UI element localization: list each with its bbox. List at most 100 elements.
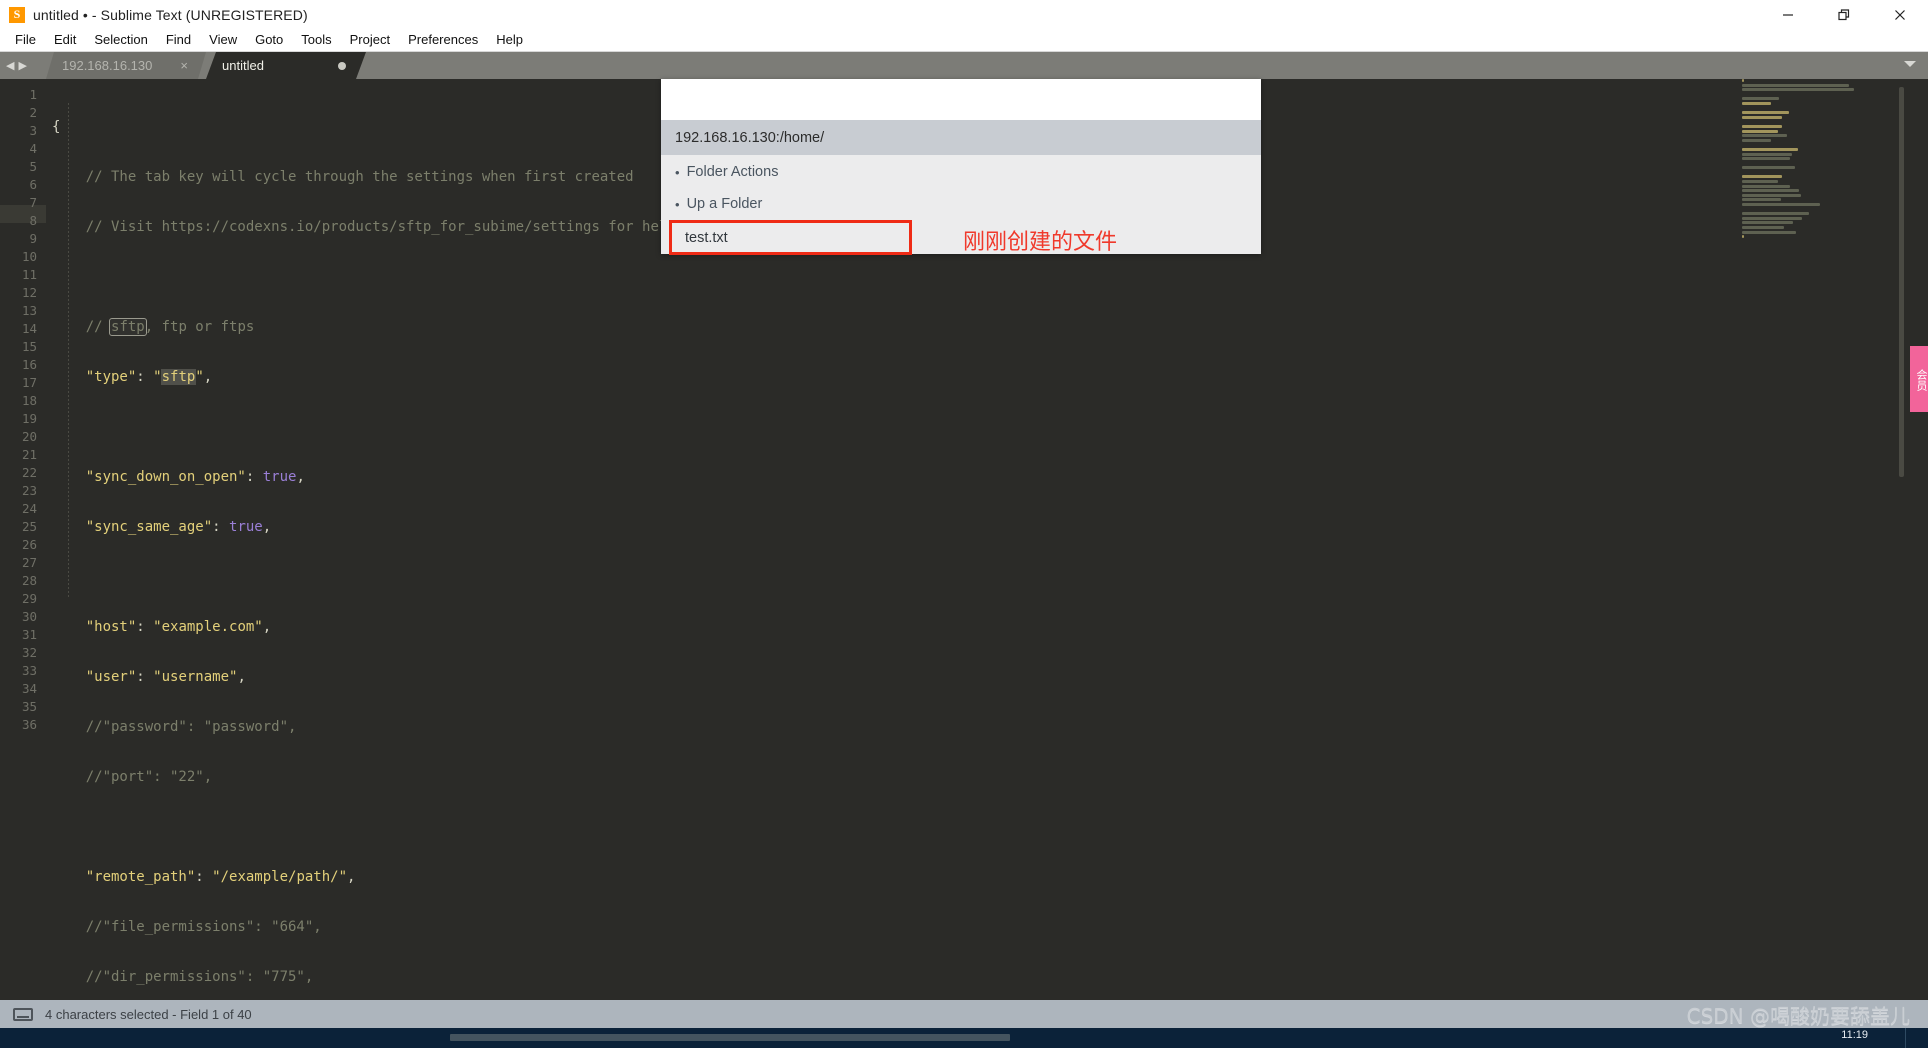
watermark: CSDN @喝酸奶要舔盖儿 [1686, 1003, 1910, 1028]
popup-item-label: Folder Actions [686, 164, 779, 180]
line-number: 28 [21, 573, 37, 588]
menu-edit[interactable]: Edit [45, 30, 85, 50]
minimap-line [1742, 180, 1778, 184]
menu-tools[interactable]: Tools [292, 30, 340, 50]
minimap-line [1742, 134, 1787, 138]
menu-preferences[interactable]: Preferences [399, 30, 487, 50]
title-bar: S untitled • - Sublime Text (UNREGISTERE… [0, 0, 1928, 29]
os-taskbar: 11:19 [0, 1028, 1928, 1048]
close-button[interactable] [1872, 0, 1928, 29]
menu-help[interactable]: Help [487, 30, 532, 50]
tab-close-icon[interactable]: × [180, 59, 188, 72]
menu-project[interactable]: Project [341, 30, 399, 50]
membership-badge[interactable]: 会员 [1910, 346, 1928, 412]
tab-untitled[interactable]: untitled [206, 52, 366, 79]
tab-prev-icon[interactable]: ◀ [6, 60, 14, 72]
line-number: 35 [21, 699, 37, 714]
popup-search-input[interactable] [661, 79, 1261, 120]
line-number: 11 [21, 267, 37, 282]
popup-item-label: Up a Folder [686, 196, 763, 212]
popup-item-folder-actions[interactable]: • Folder Actions [661, 156, 1261, 188]
code-line: "sync_down_on_open": true, [52, 469, 305, 485]
minimap-line [1742, 189, 1800, 193]
line-number: 20 [21, 429, 37, 444]
minimap-line [1742, 216, 1803, 220]
tab-dirty-indicator-icon [338, 62, 346, 70]
sftp-browse-popup[interactable]: 192.168.16.130:/home/ • Folder Actions •… [661, 79, 1261, 255]
code-line: "user": "username", [52, 669, 246, 685]
line-number: 27 [21, 555, 37, 570]
taskbar-thumbnail[interactable] [450, 1034, 1010, 1041]
window-layout-icon[interactable] [13, 1007, 33, 1021]
minimap-line [1742, 129, 1778, 133]
selected-token: sftp [109, 318, 147, 336]
minimap-line [1742, 166, 1795, 170]
popup-file-label: test.txt [685, 229, 728, 246]
line-number: 31 [21, 627, 37, 642]
code-line: //"port": "22", [52, 769, 213, 785]
minimap-line [1742, 193, 1801, 197]
menu-selection[interactable]: Selection [85, 30, 156, 50]
chevron-down-icon[interactable] [1904, 61, 1916, 67]
window-title: untitled • - Sublime Text (UNREGISTERED) [33, 6, 308, 23]
minimize-icon [1783, 13, 1793, 16]
app-logo-icon: S [9, 6, 25, 23]
minimap-line [1742, 88, 1854, 92]
line-number: 34 [21, 681, 37, 696]
minimap-line [1742, 79, 1744, 82]
line-number: 4 [29, 141, 37, 156]
line-number: 36 [21, 717, 37, 732]
line-number-gutter: 1 2 3 4 5 6 7 8 9 10 11 12 13 14 15 16 17 18 19 20 21 22 23 24 2… [0, 79, 46, 1000]
code-line: "host": "example.com", [52, 619, 272, 635]
line-number: 3 [29, 123, 37, 138]
line-number: 12 [21, 285, 37, 300]
menu-view[interactable]: View [200, 30, 246, 50]
line-number: 16 [21, 357, 37, 372]
line-number: 30 [21, 609, 37, 624]
popup-item-up-a-folder[interactable]: • Up a Folder [661, 188, 1261, 220]
line-number: 18 [21, 393, 37, 408]
menu-file[interactable]: File [6, 30, 45, 50]
minimap-line [1742, 101, 1772, 105]
bullet-icon: • [675, 164, 680, 180]
tab-next-icon[interactable]: ▶ [18, 60, 26, 72]
line-number: 29 [21, 591, 37, 606]
line-number: 25 [21, 519, 37, 534]
line-number: 5 [29, 159, 37, 174]
tab-192-168-16-130[interactable]: 192.168.16.130 × [46, 52, 206, 79]
code-line: "sync_same_age": true, [52, 519, 272, 535]
line-number: 26 [21, 537, 37, 552]
annotation-callout: 刚刚创建的文件 [963, 230, 1118, 255]
tab-label: 192.168.16.130 [62, 58, 153, 73]
minimap-line [1742, 230, 1797, 234]
taskbar-show-desktop[interactable] [1905, 1028, 1906, 1048]
popup-item-test-txt[interactable]: test.txt [669, 220, 912, 255]
tab-navigation: ◀ ▶ [6, 58, 40, 74]
minimap[interactable] [1730, 79, 1906, 1000]
menu-find[interactable]: Find [157, 30, 200, 50]
line-number: 15 [21, 339, 37, 354]
highlighted-token: sftp [160, 369, 197, 385]
minimap-line [1742, 138, 1772, 142]
minimap-line [1742, 147, 1798, 151]
minimap-line [1742, 226, 1784, 229]
minimap-scrollbar[interactable] [1899, 87, 1904, 477]
close-icon [1895, 9, 1905, 20]
minimap-line [1742, 221, 1794, 225]
minimap-line [1742, 157, 1791, 161]
code-line: //"dir_permissions": "775", [52, 969, 314, 985]
maximize-button[interactable] [1816, 0, 1872, 29]
minimap-line [1742, 198, 1781, 202]
menu-goto[interactable]: Goto [246, 30, 292, 50]
line-number: 21 [21, 447, 37, 462]
line-number: 1 [29, 87, 37, 102]
code-line: // sftp, ftp or ftps [52, 318, 255, 336]
status-message: 4 characters selected - Field 1 of 40 [45, 1006, 252, 1022]
minimap-line [1742, 115, 1783, 119]
minimize-button[interactable] [1760, 0, 1816, 29]
menu-bar: File Edit Selection Find View Goto Tools… [0, 29, 1928, 51]
minimap-line [1742, 111, 1789, 115]
code-line: //"file_permissions": "664", [52, 919, 322, 935]
